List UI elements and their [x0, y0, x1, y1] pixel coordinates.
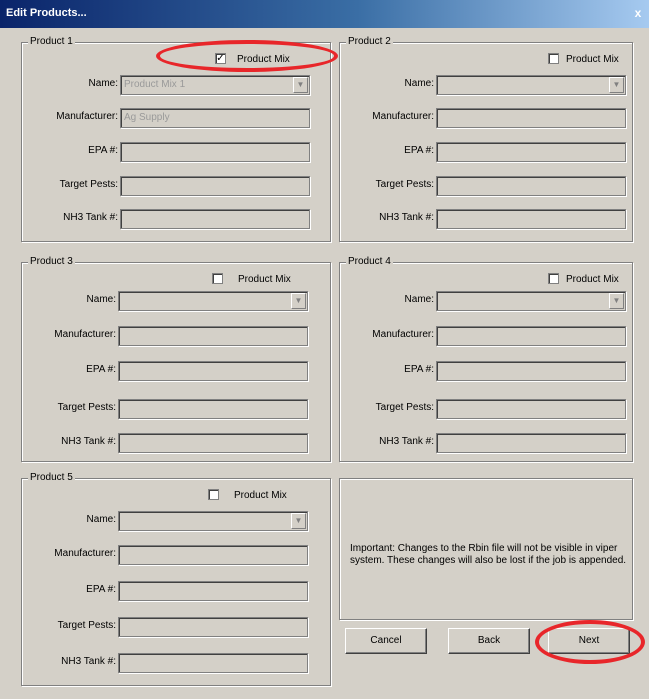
product-4-target-pests-field[interactable]	[436, 399, 626, 419]
next-button[interactable]: Next	[548, 628, 630, 654]
product-3-nh3-label: NH3 Tank #:	[61, 436, 116, 447]
product-3-name-label: Name:	[86, 294, 116, 305]
product-3-mix-label: Product Mix	[238, 274, 291, 285]
product-2-target-pests-field[interactable]	[436, 176, 626, 196]
product-2-manufacturer-label: Manufacturer:	[372, 111, 434, 122]
product-5-name-select[interactable]: ▼	[118, 511, 308, 531]
product-2-epa-label: EPA #:	[404, 145, 434, 156]
product-3-manufacturer-label: Manufacturer:	[54, 329, 116, 340]
product-4-group: Product 4 Product Mix Name: ▼ Manufactur…	[339, 256, 633, 462]
product-5-group: Product 5 Product Mix Name: ▼ Manufactur…	[21, 472, 331, 686]
product-4-name-select[interactable]: ▼	[436, 291, 626, 311]
product-5-epa-label: EPA #:	[86, 584, 116, 595]
product-5-name-label: Name:	[86, 514, 116, 525]
product-5-target-pests-field[interactable]	[118, 617, 308, 637]
product-2-manufacturer-field[interactable]	[436, 108, 626, 128]
product-2-nh3-label: NH3 Tank #:	[379, 212, 434, 223]
product-4-nh3-label: NH3 Tank #:	[379, 436, 434, 447]
product-1-nh3-field[interactable]	[120, 209, 310, 229]
product-1-target-pests-label: Target Pests:	[59, 179, 118, 190]
product-4-title: Product 4	[346, 256, 393, 267]
chevron-down-icon[interactable]: ▼	[293, 77, 308, 93]
product-4-nh3-field[interactable]	[436, 433, 626, 453]
product-2-group: Product 2 Product Mix Name: ▼ Manufactur…	[339, 36, 633, 242]
product-4-manufacturer-field[interactable]	[436, 326, 626, 346]
product-5-manufacturer-label: Manufacturer:	[54, 548, 116, 559]
product-1-nh3-label: NH3 Tank #:	[63, 212, 118, 223]
product-2-title: Product 2	[346, 36, 393, 47]
product-4-manufacturer-label: Manufacturer:	[372, 329, 434, 340]
product-5-title: Product 5	[28, 472, 75, 483]
product-2-nh3-field[interactable]	[436, 209, 626, 229]
product-1-name-label: Name:	[88, 78, 118, 89]
chevron-down-icon[interactable]: ▼	[291, 513, 306, 529]
product-3-group: Product 3 Product Mix Name: ▼ Manufactur…	[21, 256, 331, 462]
product-3-target-pests-field[interactable]	[118, 399, 308, 419]
product-5-manufacturer-field[interactable]	[118, 545, 308, 565]
cancel-button[interactable]: Cancel	[345, 628, 427, 654]
product-2-name-label: Name:	[404, 78, 434, 89]
product-2-mix-label: Product Mix	[566, 54, 619, 65]
product-5-epa-field[interactable]	[118, 581, 308, 601]
back-button[interactable]: Back	[448, 628, 530, 654]
product-1-epa-field[interactable]	[120, 142, 310, 162]
product-1-target-pests-field[interactable]	[120, 176, 310, 196]
product-4-target-pests-label: Target Pests:	[375, 402, 434, 413]
product-3-title: Product 3	[28, 256, 75, 267]
product-1-epa-label: EPA #:	[88, 145, 118, 156]
product-1-mix-label: Product Mix	[237, 54, 290, 65]
chevron-down-icon[interactable]: ▼	[291, 293, 306, 309]
product-5-target-pests-label: Target Pests:	[57, 620, 116, 631]
product-5-nh3-field[interactable]	[118, 653, 308, 673]
close-button[interactable]: x	[629, 5, 647, 22]
product-2-name-select[interactable]: ▼	[436, 75, 626, 95]
important-note-text: Important: Changes to the Rbin file will…	[350, 543, 627, 566]
important-note-panel: Important: Changes to the Rbin file will…	[339, 478, 633, 620]
product-2-epa-field[interactable]	[436, 142, 626, 162]
product-3-manufacturer-field[interactable]	[118, 326, 308, 346]
product-4-mix-checkbox[interactable]	[548, 273, 559, 284]
product-3-epa-label: EPA #:	[86, 364, 116, 375]
product-1-name-select[interactable]: Product Mix 1 ▼	[120, 75, 310, 95]
title-bar: Edit Products... x	[0, 0, 649, 28]
window-title: Edit Products...	[6, 7, 87, 19]
edit-products-dialog: Edit Products... x Product 1 ✓ Product M…	[0, 0, 649, 699]
product-4-mix-label: Product Mix	[566, 274, 619, 285]
product-5-mix-checkbox[interactable]	[208, 489, 219, 500]
product-1-group: Product 1 ✓ Product Mix Name: Product Mi…	[21, 36, 331, 242]
product-1-manufacturer-field[interactable]: Ag Supply	[120, 108, 310, 128]
product-5-mix-label: Product Mix	[234, 490, 287, 501]
product-3-mix-checkbox[interactable]	[212, 273, 223, 284]
product-3-target-pests-label: Target Pests:	[57, 402, 116, 413]
chevron-down-icon[interactable]: ▼	[609, 77, 624, 93]
product-4-name-label: Name:	[404, 294, 434, 305]
product-4-epa-label: EPA #:	[404, 364, 434, 375]
chevron-down-icon[interactable]: ▼	[609, 293, 624, 309]
product-3-nh3-field[interactable]	[118, 433, 308, 453]
product-3-name-select[interactable]: ▼	[118, 291, 308, 311]
product-2-mix-checkbox[interactable]	[548, 53, 559, 64]
product-3-epa-field[interactable]	[118, 361, 308, 381]
product-1-manufacturer-label: Manufacturer:	[56, 111, 118, 122]
product-1-name-value: Product Mix 1	[124, 79, 186, 90]
product-2-target-pests-label: Target Pests:	[375, 179, 434, 190]
product-1-mix-checkbox[interactable]: ✓	[215, 53, 226, 64]
product-4-epa-field[interactable]	[436, 361, 626, 381]
product-1-title: Product 1	[28, 36, 75, 47]
product-5-nh3-label: NH3 Tank #:	[61, 656, 116, 667]
